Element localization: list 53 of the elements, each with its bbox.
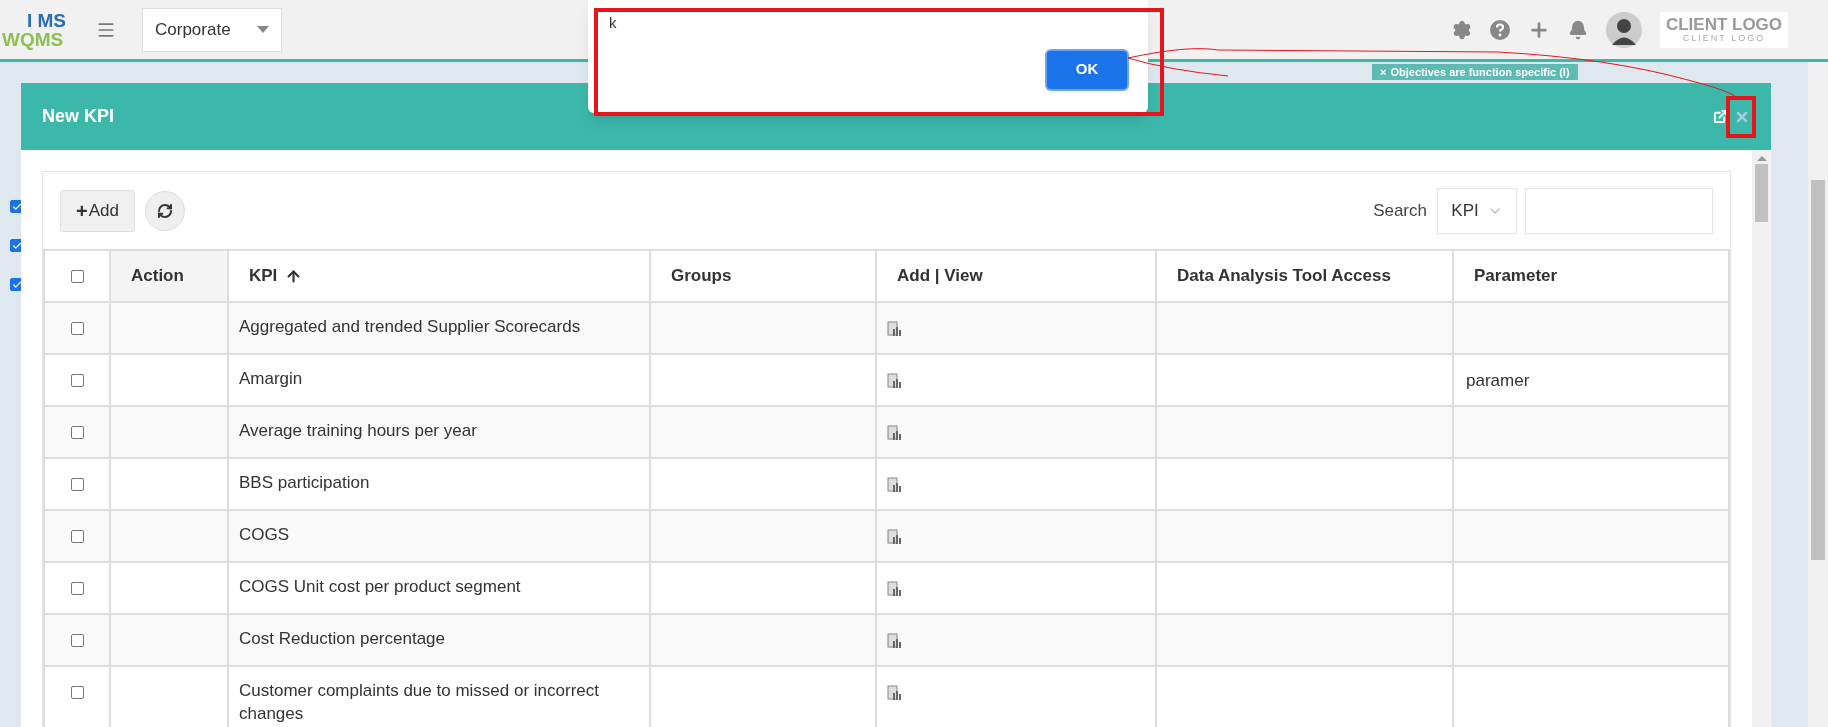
column-header[interactable]: Parameter	[1454, 251, 1730, 301]
search-label: Search	[1373, 199, 1427, 222]
popout-icon[interactable]	[1713, 109, 1728, 124]
column-header[interactable]: Action	[111, 251, 229, 301]
tag-label: Objectives are function specific (I)	[1390, 64, 1570, 80]
help-icon[interactable]	[1490, 19, 1510, 40]
document-chart-icon[interactable]	[887, 425, 901, 441]
search-field[interactable]	[1525, 187, 1713, 234]
kpi-cell: COGS Unit cost per product segment	[239, 577, 521, 596]
ok-button[interactable]: OK	[1047, 50, 1127, 89]
organization-select[interactable]: Corporate	[142, 7, 282, 52]
kpi-cell: Amargin	[239, 369, 303, 388]
row-checkbox[interactable]	[70, 322, 84, 335]
row-checkbox[interactable]	[70, 686, 84, 699]
page-scrollbar[interactable]	[1808, 62, 1828, 727]
avatar-icon[interactable]	[1606, 11, 1642, 48]
kpi-cell: Average training hours per year	[239, 421, 477, 440]
add-button[interactable]: +Add	[60, 189, 135, 232]
row-checkbox[interactable]	[70, 530, 84, 543]
column-header[interactable]: Groups	[651, 251, 877, 301]
document-chart-icon[interactable]	[887, 373, 901, 389]
modal-title: New KPI	[42, 105, 115, 128]
select-all-checkbox[interactable]	[70, 269, 84, 283]
kpi-cell: Aggregated and trended Supplier Scorecards	[239, 317, 581, 336]
row-checkbox[interactable]	[70, 582, 84, 595]
modal-scrollbar[interactable]	[1752, 150, 1771, 727]
column-header[interactable]: Add | View	[877, 251, 1157, 301]
kpi-cell: Cost Reduction percentage	[239, 629, 446, 648]
client-logo: CLIENT LOGO CLIENT LOGO	[1660, 11, 1788, 48]
parameter-cell: paramer	[1466, 371, 1530, 390]
column-header[interactable]: Data Analysis Tool Access	[1157, 251, 1454, 301]
refresh-icon	[156, 202, 173, 219]
document-chart-icon[interactable]	[887, 633, 901, 649]
bell-icon[interactable]	[1568, 19, 1588, 40]
document-chart-icon[interactable]	[887, 581, 901, 597]
app-logo: I MS WQMS	[2, 10, 67, 49]
document-chart-icon[interactable]	[887, 477, 901, 493]
column-header[interactable]: KPI	[229, 251, 651, 301]
kpi-cell: BBS participation	[239, 473, 370, 492]
caret-icon	[257, 26, 269, 33]
kpi-cell: Customer complaints due to missed or incorrect changes	[239, 681, 599, 723]
settings-icon[interactable]	[1452, 19, 1472, 40]
document-chart-icon[interactable]	[887, 685, 901, 701]
document-chart-icon[interactable]	[887, 529, 901, 545]
highlight-box	[1726, 96, 1756, 138]
alert-message: k	[609, 13, 618, 33]
search-column-select[interactable]: KPI	[1437, 187, 1517, 234]
row-checkbox[interactable]	[70, 478, 84, 491]
kpi-cell: COGS	[239, 525, 290, 544]
row-checkbox[interactable]	[70, 426, 84, 439]
document-chart-icon[interactable]	[887, 321, 901, 337]
row-checkbox[interactable]	[70, 374, 84, 387]
row-checkbox[interactable]	[70, 634, 84, 647]
